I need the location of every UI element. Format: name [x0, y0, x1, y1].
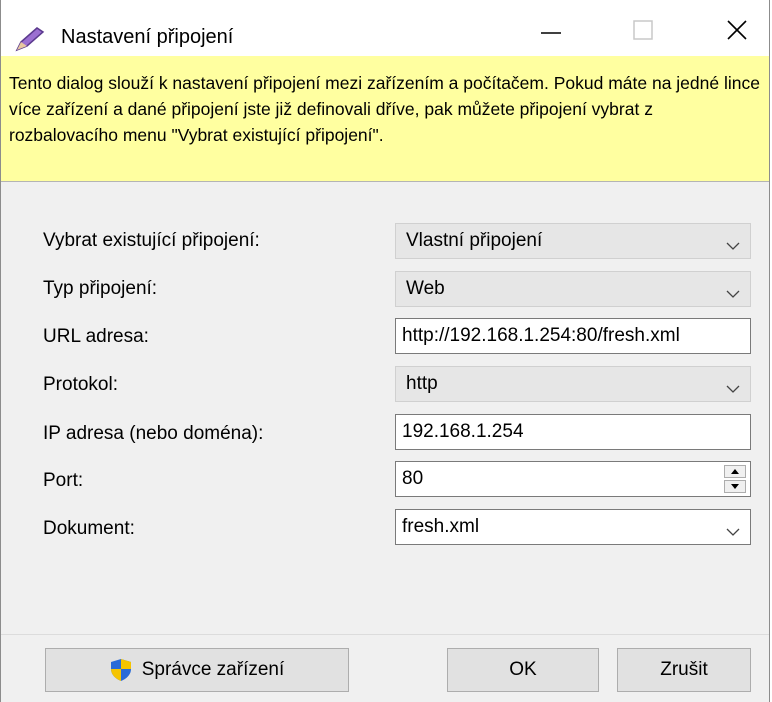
ip-label: IP adresa (nebo doména): — [43, 423, 264, 444]
existing-connection-select[interactable]: Vlastní připojení — [395, 223, 751, 259]
maximize-button[interactable] — [613, 12, 673, 52]
document-label: Dokument: — [43, 518, 135, 539]
close-icon — [726, 19, 748, 46]
connection-type-select[interactable]: Web — [395, 271, 751, 307]
port-label: Port: — [43, 470, 84, 491]
triangle-up-icon — [731, 469, 739, 474]
protocol-value: http — [406, 373, 438, 394]
connection-type-value: Web — [406, 278, 445, 299]
chevron-down-icon — [726, 523, 740, 541]
existing-connection-label: Vybrat existující připojení: — [43, 230, 260, 251]
maximize-icon — [632, 19, 654, 46]
url-label: URL adresa: — [43, 326, 149, 347]
cancel-label: Zrušit — [660, 659, 708, 680]
connection-type-label: Typ připojení: — [43, 278, 158, 299]
cancel-button[interactable]: Zrušit — [617, 648, 751, 692]
chevron-down-icon — [726, 380, 740, 398]
triangle-down-icon — [731, 484, 739, 489]
minimize-button[interactable] — [521, 12, 581, 52]
title-bar[interactable]: Nastavení připojení — [1, 0, 769, 56]
close-button[interactable] — [707, 12, 767, 52]
url-input[interactable]: http://192.168.1.254:80/fresh.xml — [395, 318, 751, 354]
window-title: Nastavení připojení — [61, 26, 234, 48]
document-value: fresh.xml — [402, 516, 480, 537]
existing-connection-value: Vlastní připojení — [406, 230, 543, 251]
minimize-icon — [540, 19, 562, 46]
protocol-label: Protokol: — [43, 374, 118, 395]
protocol-select[interactable]: http — [395, 366, 751, 402]
pen-icon — [15, 26, 45, 57]
chevron-down-icon — [726, 237, 740, 255]
info-panel: Tento dialog slouží k nastavení připojen… — [1, 56, 769, 182]
device-manager-button[interactable]: Správce zařízení — [45, 648, 349, 692]
device-manager-label: Správce zařízení — [141, 659, 285, 680]
ok-label: OK — [509, 659, 537, 680]
shield-icon — [110, 658, 132, 682]
footer-divider — [1, 634, 769, 635]
spin-down-button[interactable] — [724, 480, 746, 493]
port-spinbox[interactable]: 80 — [395, 461, 751, 497]
ok-button[interactable]: OK — [447, 648, 599, 692]
info-text: Tento dialog slouží k nastavení připojen… — [9, 73, 760, 145]
port-value: 80 — [402, 468, 424, 489]
url-value: http://192.168.1.254:80/fresh.xml — [402, 325, 680, 346]
port-spinner — [724, 465, 746, 493]
spin-up-button[interactable] — [724, 465, 746, 478]
document-combo[interactable]: fresh.xml — [395, 509, 751, 545]
dialog-window: Nastavení připojení Tento dialog slouží … — [0, 0, 770, 702]
ip-input[interactable]: 192.168.1.254 — [395, 414, 751, 450]
chevron-down-icon — [726, 285, 740, 303]
ip-value: 192.168.1.254 — [402, 421, 524, 442]
